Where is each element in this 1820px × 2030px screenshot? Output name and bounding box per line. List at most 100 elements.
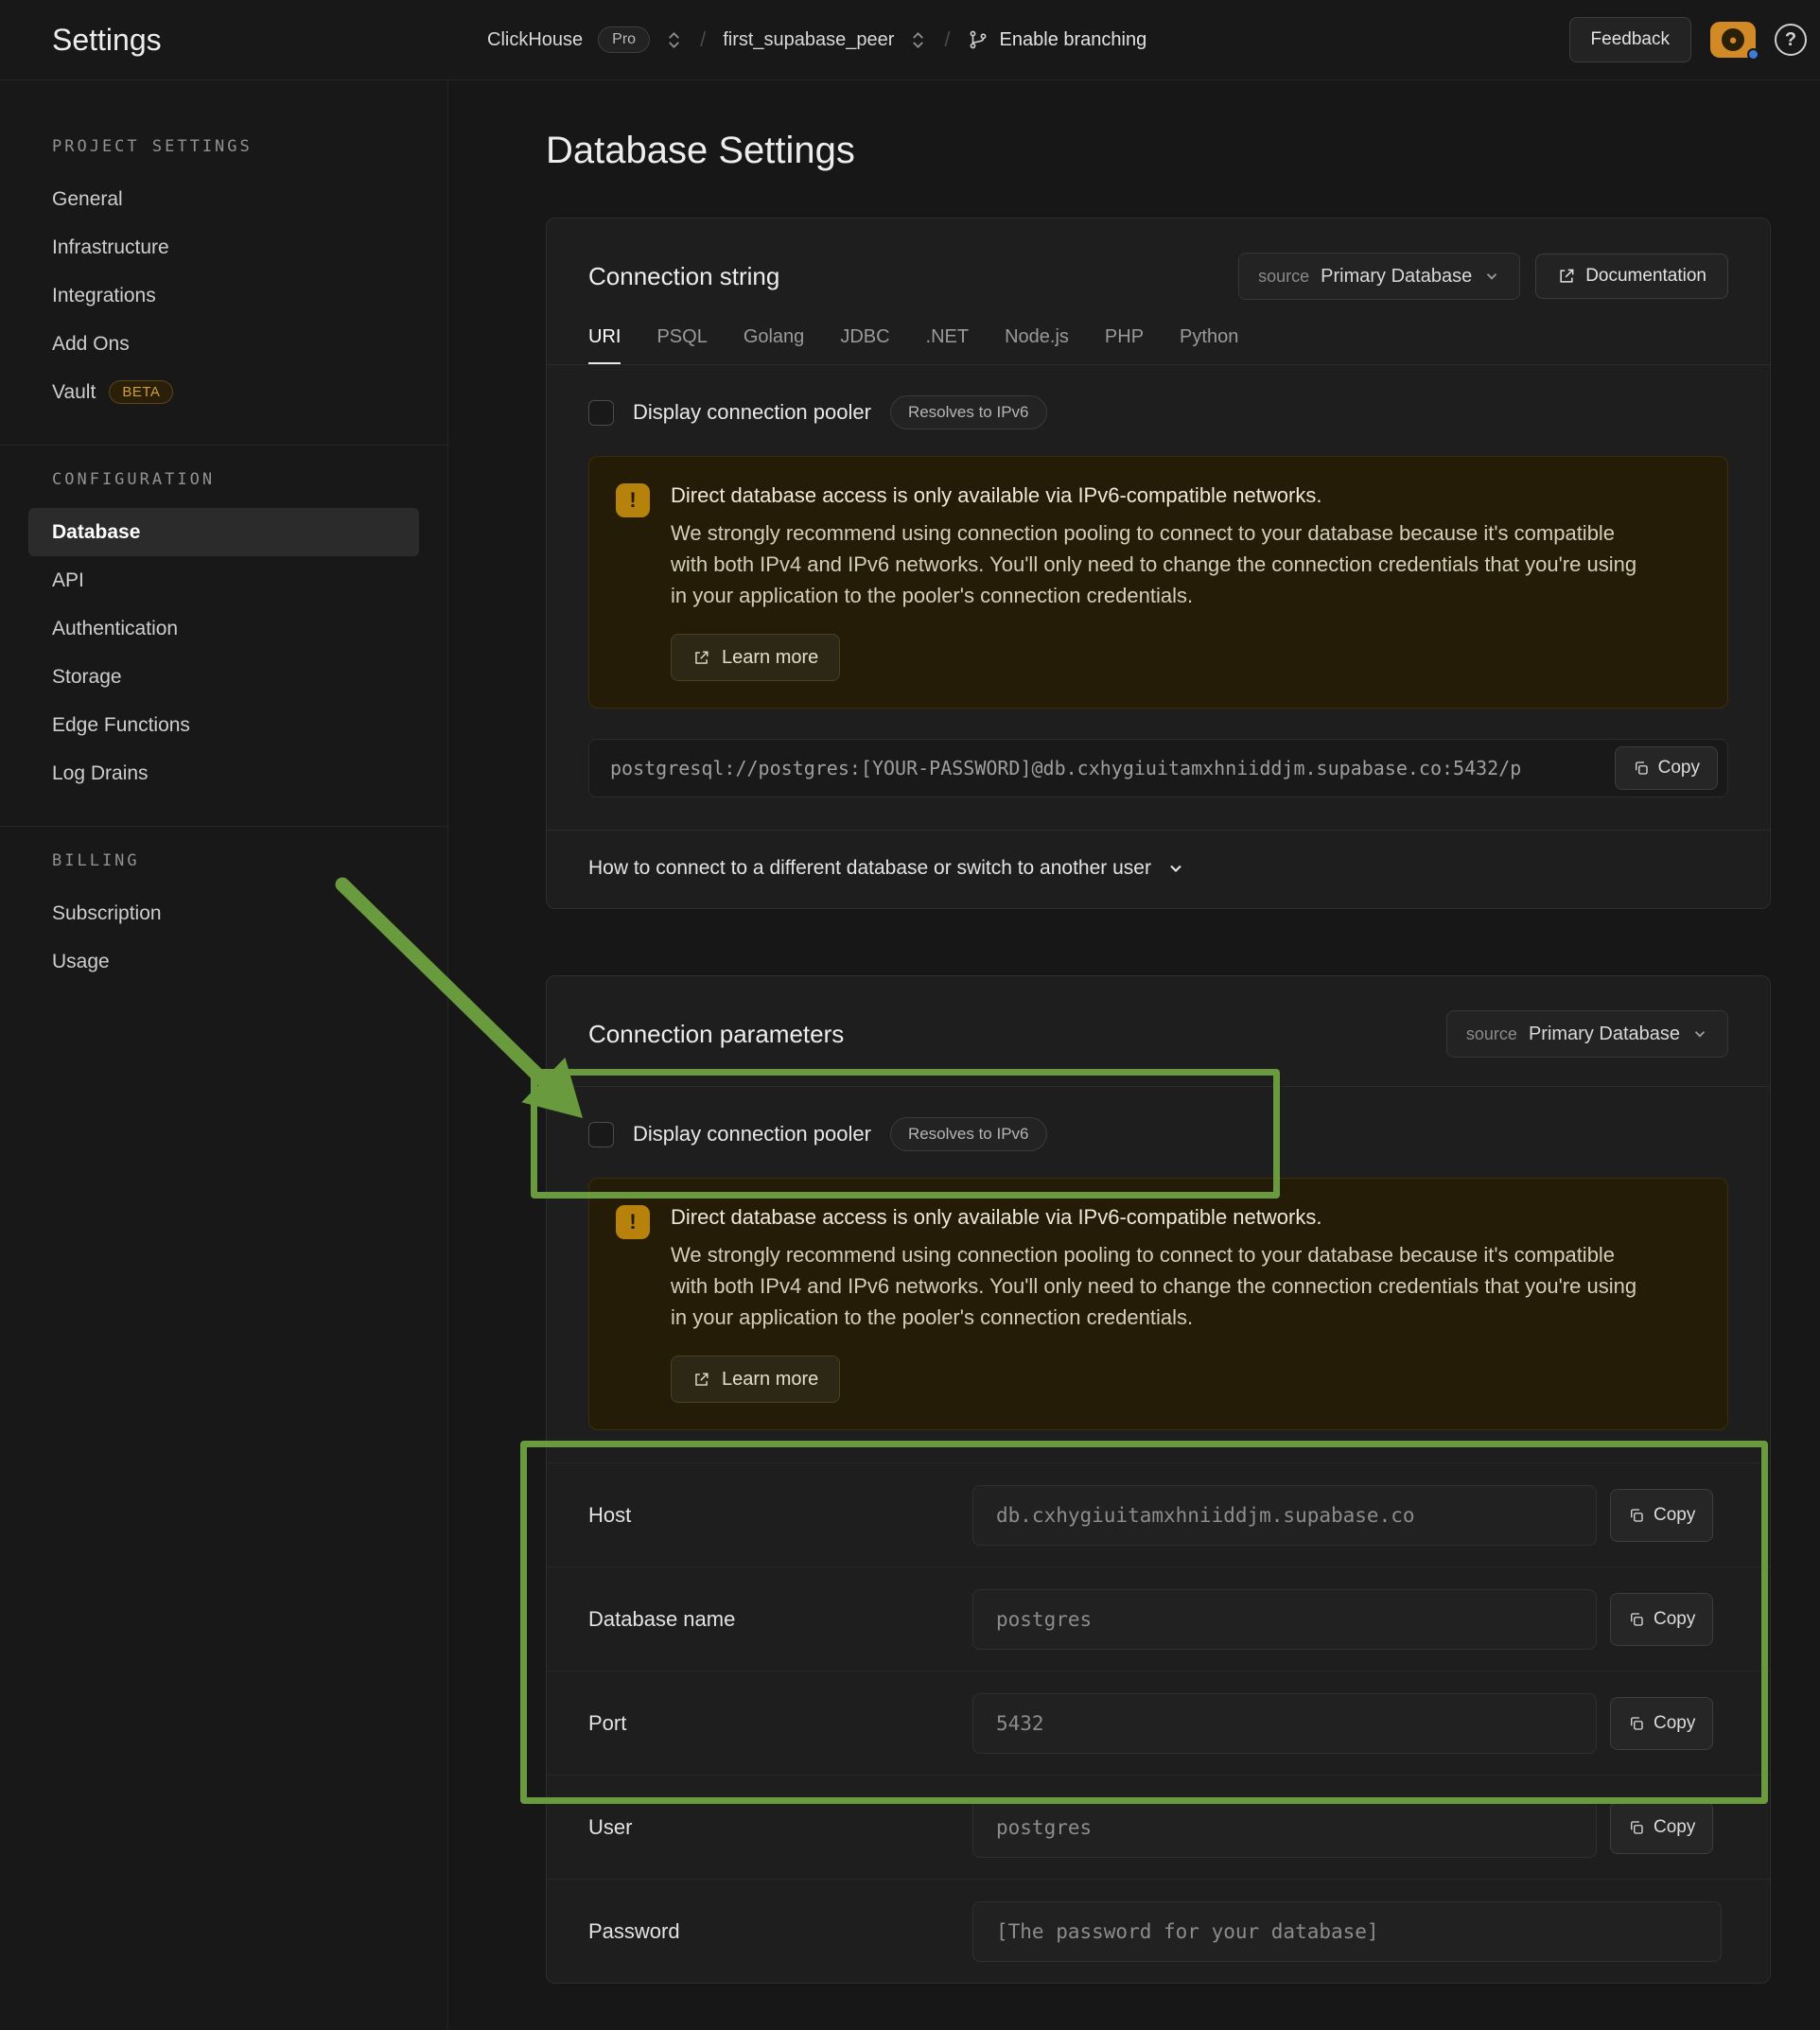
sidebar-item-subscription[interactable]: Subscription xyxy=(28,889,419,937)
copy-host-button[interactable]: Copy xyxy=(1610,1489,1713,1542)
breadcrumb-separator: / xyxy=(698,27,708,52)
sidebar-item-vault[interactable]: Vault BETA xyxy=(28,368,419,416)
breadcrumb-org[interactable]: ClickHouse xyxy=(487,29,583,51)
source-label: source xyxy=(1258,267,1309,287)
tab-golang[interactable]: Golang xyxy=(744,326,805,364)
ipv6-warning-callout: ! Direct database access is only availab… xyxy=(588,456,1728,709)
sidebar-item-label: Authentication xyxy=(52,618,178,640)
connection-parameters-card: Connection parameters source Primary Dat… xyxy=(546,975,1771,1984)
documentation-label: Documentation xyxy=(1585,266,1706,287)
copy-port-button[interactable]: Copy xyxy=(1610,1697,1713,1750)
sidebar-item-storage[interactable]: Storage xyxy=(28,653,419,701)
sidebar-item-label: Add Ons xyxy=(52,333,130,356)
tab-python[interactable]: Python xyxy=(1180,326,1238,364)
app-title: Settings xyxy=(0,23,448,58)
connection-string-card: Connection string source Primary Databas… xyxy=(546,218,1771,909)
project-selector-icon[interactable] xyxy=(909,31,927,49)
sidebar-item-integrations[interactable]: Integrations xyxy=(28,271,419,320)
plan-badge: Pro xyxy=(598,26,650,53)
org-selector-icon[interactable] xyxy=(665,31,683,49)
database-name-field[interactable]: postgres xyxy=(972,1589,1597,1650)
documentation-button[interactable]: Documentation xyxy=(1535,254,1728,299)
beta-badge: BETA xyxy=(109,380,173,404)
learn-more-button[interactable]: Learn more xyxy=(671,634,840,681)
copy-icon xyxy=(1628,1819,1645,1836)
chevron-down-icon xyxy=(1483,268,1500,285)
warning-title: Direct database access is only available… xyxy=(671,1205,1654,1230)
copy-label: Copy xyxy=(1654,1817,1695,1838)
help-icon[interactable]: ? xyxy=(1775,24,1807,56)
source-value: Primary Database xyxy=(1321,266,1472,288)
org-avatar[interactable]: ● xyxy=(1710,22,1756,58)
param-label: Database name xyxy=(588,1607,972,1632)
breadcrumb: ClickHouse Pro / first_supabase_peer / E… xyxy=(448,26,1146,53)
tab-psql[interactable]: PSQL xyxy=(656,326,707,364)
display-connection-pooler-checkbox[interactable] xyxy=(588,400,614,426)
copy-label: Copy xyxy=(1654,1505,1695,1526)
param-row-password: Password [The password for your database… xyxy=(547,1879,1770,1983)
connect-help-label: How to connect to a different database o… xyxy=(588,857,1151,880)
copy-database-name-button[interactable]: Copy xyxy=(1610,1593,1713,1646)
external-link-icon xyxy=(692,1371,710,1389)
enable-branching-button[interactable]: Enable branching xyxy=(968,29,1147,51)
warning-body: We strongly recommend using connection p… xyxy=(671,1239,1654,1333)
warning-body: We strongly recommend using connection p… xyxy=(671,517,1654,611)
ipv6-warning-callout: ! Direct database access is only availab… xyxy=(588,1178,1728,1430)
section-title-billing: BILLING xyxy=(0,851,447,870)
source-select[interactable]: source Primary Database xyxy=(1238,253,1520,300)
sidebar-item-label: Subscription xyxy=(52,902,162,925)
user-field[interactable]: postgres xyxy=(972,1797,1597,1858)
copy-uri-button[interactable]: Copy xyxy=(1615,746,1718,790)
warning-icon: ! xyxy=(616,483,650,517)
chevron-down-icon xyxy=(1166,859,1185,878)
copy-user-button[interactable]: Copy xyxy=(1610,1801,1713,1854)
sidebar-item-authentication[interactable]: Authentication xyxy=(28,604,419,653)
sidebar-item-add-ons[interactable]: Add Ons xyxy=(28,320,419,368)
param-label: Password xyxy=(588,1919,972,1944)
section-title-configuration: CONFIGURATION xyxy=(0,470,447,489)
tab-jdbc[interactable]: JDBC xyxy=(840,326,889,364)
tab-uri[interactable]: URI xyxy=(588,326,621,364)
connect-help-toggle[interactable]: How to connect to a different database o… xyxy=(547,830,1770,908)
tab-php[interactable]: PHP xyxy=(1105,326,1144,364)
external-link-icon xyxy=(1557,267,1576,286)
resolves-ipv6-badge: Resolves to IPv6 xyxy=(890,1117,1047,1151)
git-branch-icon xyxy=(968,29,989,50)
host-field[interactable]: db.cxhygiuitamxhniiddjm.supabase.co xyxy=(972,1485,1597,1546)
breadcrumb-project[interactable]: first_supabase_peer xyxy=(723,29,894,51)
topbar-right: Feedback ● ? xyxy=(1569,17,1820,62)
copy-icon xyxy=(1628,1507,1645,1524)
external-link-icon xyxy=(692,649,710,667)
sidebar-item-api[interactable]: API xyxy=(28,556,419,604)
sidebar-item-usage[interactable]: Usage xyxy=(28,937,419,986)
param-row-database-name: Database name postgres Copy xyxy=(547,1566,1770,1671)
display-connection-pooler-checkbox[interactable] xyxy=(588,1122,614,1147)
password-field[interactable]: [The password for your database] xyxy=(972,1901,1722,1962)
sidebar-item-database[interactable]: Database xyxy=(28,508,419,556)
copy-label: Copy xyxy=(1654,1609,1695,1630)
source-label: source xyxy=(1466,1024,1517,1044)
copy-label: Copy xyxy=(1658,758,1700,779)
sidebar-item-label: Log Drains xyxy=(52,762,149,785)
tab-dotnet[interactable]: .NET xyxy=(926,326,970,364)
connection-uri-field[interactable]: postgresql://postgres:[YOUR-PASSWORD]@db… xyxy=(588,739,1728,797)
param-row-user: User postgres Copy xyxy=(547,1775,1770,1879)
sidebar-item-general[interactable]: General xyxy=(28,175,419,223)
pooler-label: Display connection pooler xyxy=(633,400,871,425)
resolves-ipv6-badge: Resolves to IPv6 xyxy=(890,395,1047,429)
source-value: Primary Database xyxy=(1529,1024,1680,1045)
breadcrumb-separator: / xyxy=(942,27,952,52)
feedback-button[interactable]: Feedback xyxy=(1569,17,1691,62)
source-select[interactable]: source Primary Database xyxy=(1446,1010,1728,1058)
tab-nodejs[interactable]: Node.js xyxy=(1005,326,1069,364)
main-content: Database Settings Connection string sour… xyxy=(448,80,1820,2030)
sidebar-item-infrastructure[interactable]: Infrastructure xyxy=(28,223,419,271)
param-label: User xyxy=(588,1815,972,1840)
sidebar-item-log-drains[interactable]: Log Drains xyxy=(28,749,419,797)
connection-string-tabs: URI PSQL Golang JDBC .NET Node.js PHP Py… xyxy=(547,326,1770,365)
sidebar-item-edge-functions[interactable]: Edge Functions xyxy=(28,701,419,749)
param-label: Host xyxy=(588,1503,972,1528)
learn-more-button[interactable]: Learn more xyxy=(671,1356,840,1403)
param-row-port: Port 5432 Copy xyxy=(547,1671,1770,1775)
port-field[interactable]: 5432 xyxy=(972,1693,1597,1754)
